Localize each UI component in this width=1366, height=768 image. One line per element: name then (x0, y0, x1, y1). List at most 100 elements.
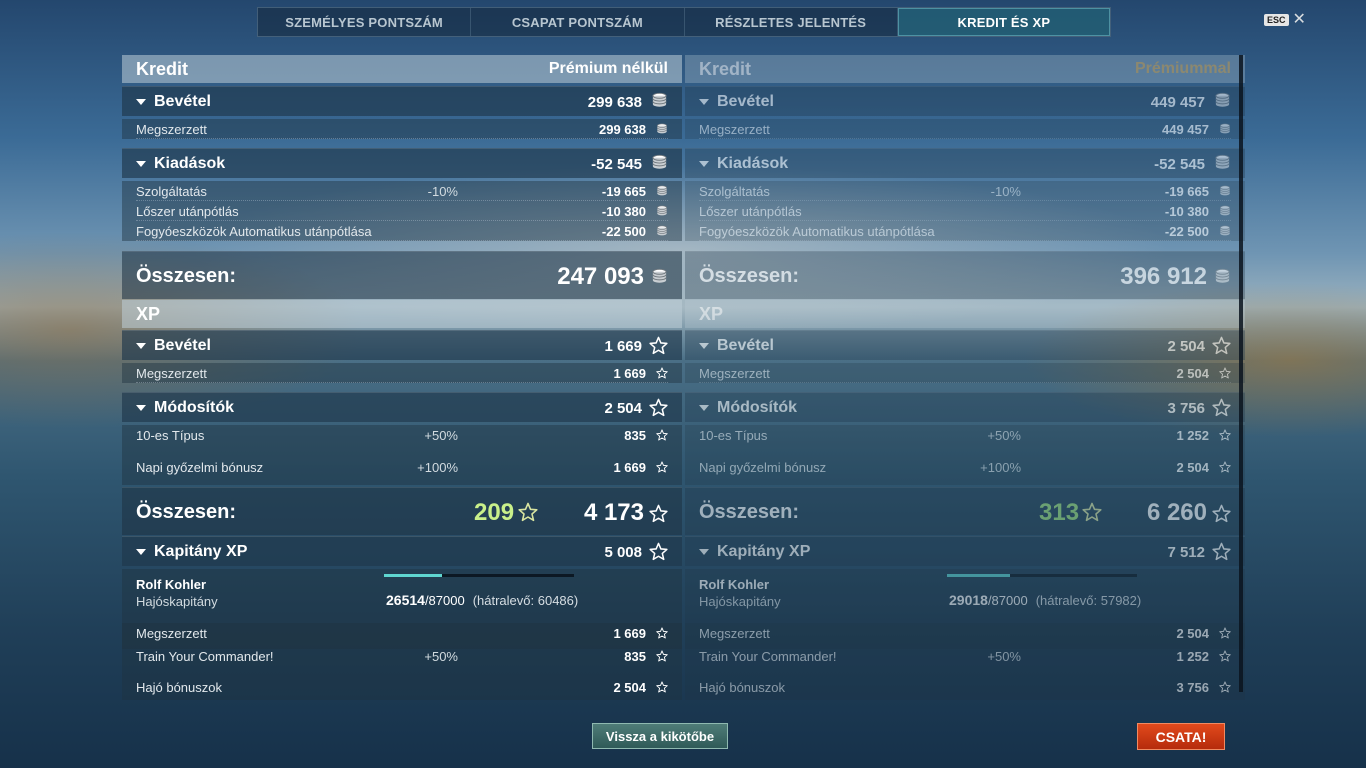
tab-team-score[interactable]: CSAPAT PONTSZÁM (471, 8, 685, 36)
credit-coin-icon (1219, 123, 1231, 135)
item-label: 10-es Típus (136, 428, 205, 443)
list-item: Megszerzett 1 669 (122, 623, 682, 646)
item-label: Train Your Commander! (699, 649, 837, 664)
xp-star-icon (1219, 429, 1231, 441)
triangle-down-icon[interactable] (136, 405, 146, 411)
captain-rank: Hajóskapitány (136, 594, 218, 609)
tab-detailed-report[interactable]: RÉSZLETES JELENTÉS (685, 8, 898, 36)
total-value: 396 912 (1120, 263, 1207, 290)
item-value: 1 252 (1176, 649, 1209, 664)
credit-coin-icon (1219, 225, 1231, 237)
xp-header: XP (122, 300, 682, 328)
section-label: Bevétel (717, 93, 774, 110)
list-item: Fogyóeszközök Automatikus utánpótlása -2… (685, 221, 1245, 241)
credit-coin-icon (656, 123, 668, 135)
credit-title: Kredit (136, 59, 189, 79)
total-value: 247 093 (557, 263, 644, 290)
item-label: Fogyóeszközök Automatikus utánpótlása (699, 224, 935, 239)
section-value: -52 545 (1154, 156, 1205, 173)
item-value: -19 665 (601, 184, 646, 199)
total-label: Összesen: (699, 501, 800, 523)
captain-xp-progress-fill (384, 574, 442, 577)
item-value: -10 380 (1164, 204, 1209, 219)
item-percent: -10% (427, 184, 458, 199)
free-xp-value: 209 (474, 499, 515, 526)
tab-credit-xp[interactable]: KREDIT ÉS XP (897, 8, 1110, 36)
credit-expenses-section[interactable]: Kiadások -52 545 (122, 148, 682, 178)
return-to-port-button[interactable]: Vissza a kikötőbe (592, 723, 728, 749)
item-label: Lőszer utánpótlás (699, 204, 802, 219)
xp-income-section[interactable]: Bevétel 1 669 (122, 330, 682, 360)
xp-modifiers-section[interactable]: Módosítók 2 504 (122, 392, 682, 422)
xp-star-icon (649, 336, 668, 355)
item-percent: +50% (424, 428, 458, 443)
xp-star-icon (1219, 650, 1231, 662)
item-label: Fogyóeszközök Automatikus utánpótlása (136, 224, 372, 239)
triangle-down-icon[interactable] (699, 161, 709, 167)
section-value: 5 008 (604, 544, 642, 561)
section-value: 3 756 (1167, 400, 1205, 417)
xp-star-icon (1219, 367, 1231, 379)
credit-header: Kredit Prémiummal (685, 55, 1245, 83)
item-label: 10-es Típus (699, 428, 768, 443)
credit-coin-icon (651, 154, 668, 171)
credit-coin-icon (656, 185, 668, 197)
captain-xp-section[interactable]: Kapitány XP 5 008 (122, 536, 682, 566)
item-value: -10 380 (601, 204, 646, 219)
credit-income-section[interactable]: Bevétel 299 638 (122, 86, 682, 116)
section-value: 449 457 (1150, 94, 1205, 111)
list-item: 10-es Típus +50% 1 252 (685, 425, 1245, 455)
item-value: 1 669 (613, 366, 646, 381)
xp-modifiers-section[interactable]: Módosítók 3 756 (685, 392, 1245, 422)
xp-income-section[interactable]: Bevétel 2 504 (685, 330, 1245, 360)
triangle-down-icon[interactable] (136, 161, 146, 167)
section-label: Kiadások (154, 155, 226, 172)
total-label: Összesen: (699, 265, 800, 287)
list-item: Napi győzelmi bónusz +100% 1 669 (122, 455, 682, 485)
item-value: -19 665 (1164, 184, 1209, 199)
credit-coin-icon (1219, 205, 1231, 217)
battle-button[interactable]: CSATA! (1137, 723, 1225, 750)
captain-xp-max: /87000 (987, 593, 1028, 608)
captain-xp-current: 26514 (386, 592, 425, 608)
item-value: 2 504 (1176, 366, 1209, 381)
triangle-down-icon[interactable] (136, 343, 146, 349)
triangle-down-icon[interactable] (699, 549, 709, 555)
xp-star-icon (1212, 504, 1231, 523)
item-value: 1 669 (613, 626, 646, 641)
xp-star-icon (1219, 681, 1231, 693)
xp-title: XP (136, 304, 161, 324)
free-xp-value: 313 (1039, 499, 1080, 526)
xp-star-icon (656, 627, 668, 639)
credit-total-row: Összesen: 247 093 (122, 251, 682, 299)
triangle-down-icon[interactable] (699, 99, 709, 105)
triangle-down-icon[interactable] (699, 343, 709, 349)
list-item: Szolgáltatás -10% -19 665 (685, 181, 1245, 201)
item-value: 299 638 (599, 122, 646, 137)
xp-star-icon (649, 398, 668, 417)
xp-star-icon (1212, 398, 1231, 417)
captain-xp-current: 29018 (949, 592, 988, 608)
panel-no-premium: Kredit Prémium nélkül Bevétel 299 638 Me… (122, 55, 682, 700)
close-icon[interactable]: ✕ (1293, 12, 1306, 28)
triangle-down-icon[interactable] (136, 549, 146, 555)
section-label: Kapitány XP (154, 543, 248, 560)
esc-close[interactable]: ESC ✕ (1264, 12, 1306, 28)
triangle-down-icon[interactable] (136, 99, 146, 105)
xp-total-row: Összesen: 313 6 260 (685, 487, 1245, 535)
credit-income-section[interactable]: Bevétel 449 457 (685, 86, 1245, 116)
total-label: Összesen: (136, 501, 237, 523)
xp-star-icon (1219, 461, 1231, 473)
triangle-down-icon[interactable] (699, 405, 709, 411)
scrollbar[interactable] (1239, 55, 1243, 692)
xp-star-icon (649, 542, 668, 561)
item-label: Megszerzett (136, 626, 207, 641)
credit-expenses-section[interactable]: Kiadások -52 545 (685, 148, 1245, 178)
item-percent: +50% (424, 649, 458, 664)
credit-coin-icon (1219, 185, 1231, 197)
item-percent: +100% (417, 460, 458, 475)
captain-xp-section[interactable]: Kapitány XP 7 512 (685, 536, 1245, 566)
tab-personal-score[interactable]: SZEMÉLYES PONTSZÁM (258, 8, 472, 36)
item-label: Megszerzett (136, 122, 207, 137)
credit-coin-icon (656, 225, 668, 237)
